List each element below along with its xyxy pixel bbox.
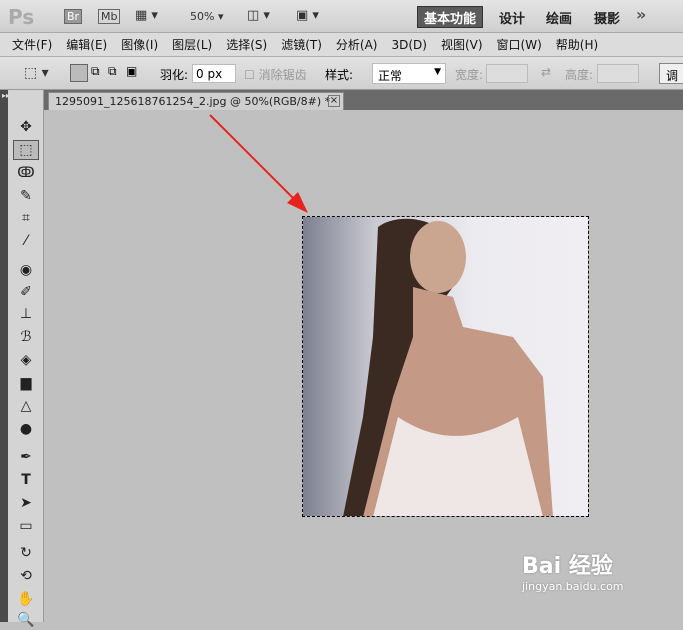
watermark-url: jingyan.baidu.com (522, 580, 624, 593)
watermark-brand: Bai 经验 (522, 554, 613, 579)
annotation-arrow (209, 114, 308, 213)
baidu-watermark: Bai 经验 jingyan.baidu.com (522, 548, 624, 593)
